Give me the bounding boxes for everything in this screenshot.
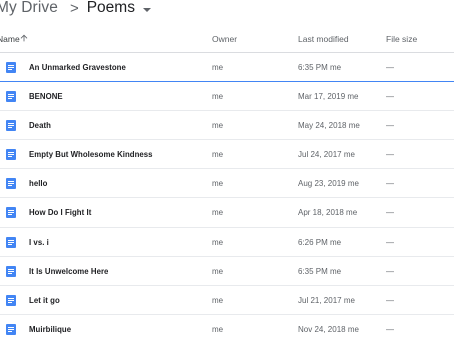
file-owner: me [212,208,224,218]
google-docs-icon [6,207,16,219]
drive-file-list-page: My Drive > Poems Name Owner Last modifie… [0,0,454,341]
column-header-last-modified[interactable]: Last modified [298,34,349,44]
file-row[interactable]: BENONE me Mar 17, 2019 me — [0,82,454,112]
file-size: — [386,208,394,218]
file-name[interactable]: Let it go [29,296,60,305]
file-list: An Unmarked Gravestone me 6:35 PM me — BENON… [0,53,454,341]
file-size: — [386,179,394,189]
column-header-name[interactable]: Name [0,34,20,44]
file-owner: me [212,295,224,305]
google-docs-icon [6,323,16,335]
file-last-modified: Jul 24, 2017 me [298,150,355,160]
column-header-owner[interactable]: Owner [212,34,237,44]
file-owner: me [212,324,224,334]
file-name[interactable]: BENONE [29,92,63,101]
file-row[interactable]: hello me Aug 23, 2019 me — [0,169,454,199]
file-size: — [386,295,394,305]
file-size: — [386,92,394,102]
file-name[interactable]: Empty But Wholesome Kindness [29,150,153,159]
file-last-modified: 6:35 PM me [298,63,342,72]
breadcrumb: My Drive > Poems [0,0,151,19]
file-owner: me [212,179,224,189]
file-name[interactable]: Death [29,121,51,130]
column-header-file-size[interactable]: File size [386,34,417,44]
file-size: — [386,63,394,72]
file-name[interactable]: hello [29,179,47,188]
file-owner: me [212,266,224,276]
file-name[interactable]: It Is Unwelcome Here [29,267,108,276]
file-size: — [386,121,394,131]
file-owner: me [212,63,224,72]
google-docs-icon [6,265,16,277]
breadcrumb-separator: > [69,0,79,17]
caret-down-icon[interactable] [142,7,151,12]
google-docs-icon [6,120,16,132]
google-docs-icon [6,236,16,248]
file-owner: me [212,150,224,160]
file-size: — [386,237,394,247]
file-owner: me [212,237,224,247]
file-name[interactable]: An Unmarked Gravestone [29,63,126,72]
file-last-modified: May 24, 2018 me [298,121,360,131]
google-docs-icon [6,91,16,103]
file-size: — [386,266,394,276]
file-row[interactable]: Death me May 24, 2018 me — [0,111,454,141]
file-last-modified: 6:26 PM me [298,237,342,247]
file-last-modified: Aug 23, 2019 me [298,179,359,189]
file-last-modified: 6:35 PM me [298,266,342,276]
google-docs-icon [6,62,16,73]
google-docs-icon [6,149,16,161]
file-size: — [386,150,394,160]
google-docs-icon [6,294,16,306]
file-row[interactable]: How Do I Fight It me Apr 18, 2018 me — [0,198,454,228]
file-size: — [386,324,394,334]
file-row[interactable]: It Is Unwelcome Here me 6:35 PM me — [0,257,454,286]
google-docs-icon [6,178,16,190]
file-row[interactable]: Let it go me Jul 21, 2017 me — [0,286,454,315]
breadcrumb-current-folder[interactable]: Poems [87,0,135,17]
file-owner: me [212,121,224,131]
file-name[interactable]: I vs. i [29,238,49,247]
arrow-upward-icon[interactable] [19,33,29,43]
file-last-modified: Mar 17, 2019 me [298,92,359,102]
file-row[interactable]: I vs. i me 6:26 PM me — [0,228,454,257]
file-owner: me [212,92,224,102]
file-name[interactable]: How Do I Fight It [29,208,91,217]
file-row[interactable]: Empty But Wholesome Kindness me Jul 24, 20… [0,140,454,170]
column-header-row: Name Owner Last modified File size [0,27,454,53]
file-last-modified: Apr 18, 2018 me [298,208,358,218]
file-row[interactable]: Muirbilique me Nov 24, 2018 me — [0,315,454,341]
file-last-modified: Nov 24, 2018 me [298,324,359,334]
file-row[interactable]: An Unmarked Gravestone me 6:35 PM me — [0,53,454,83]
file-name[interactable]: Muirbilique [29,325,71,334]
breadcrumb-my-drive[interactable]: My Drive [0,0,58,17]
file-last-modified: Jul 21, 2017 me [298,295,355,305]
